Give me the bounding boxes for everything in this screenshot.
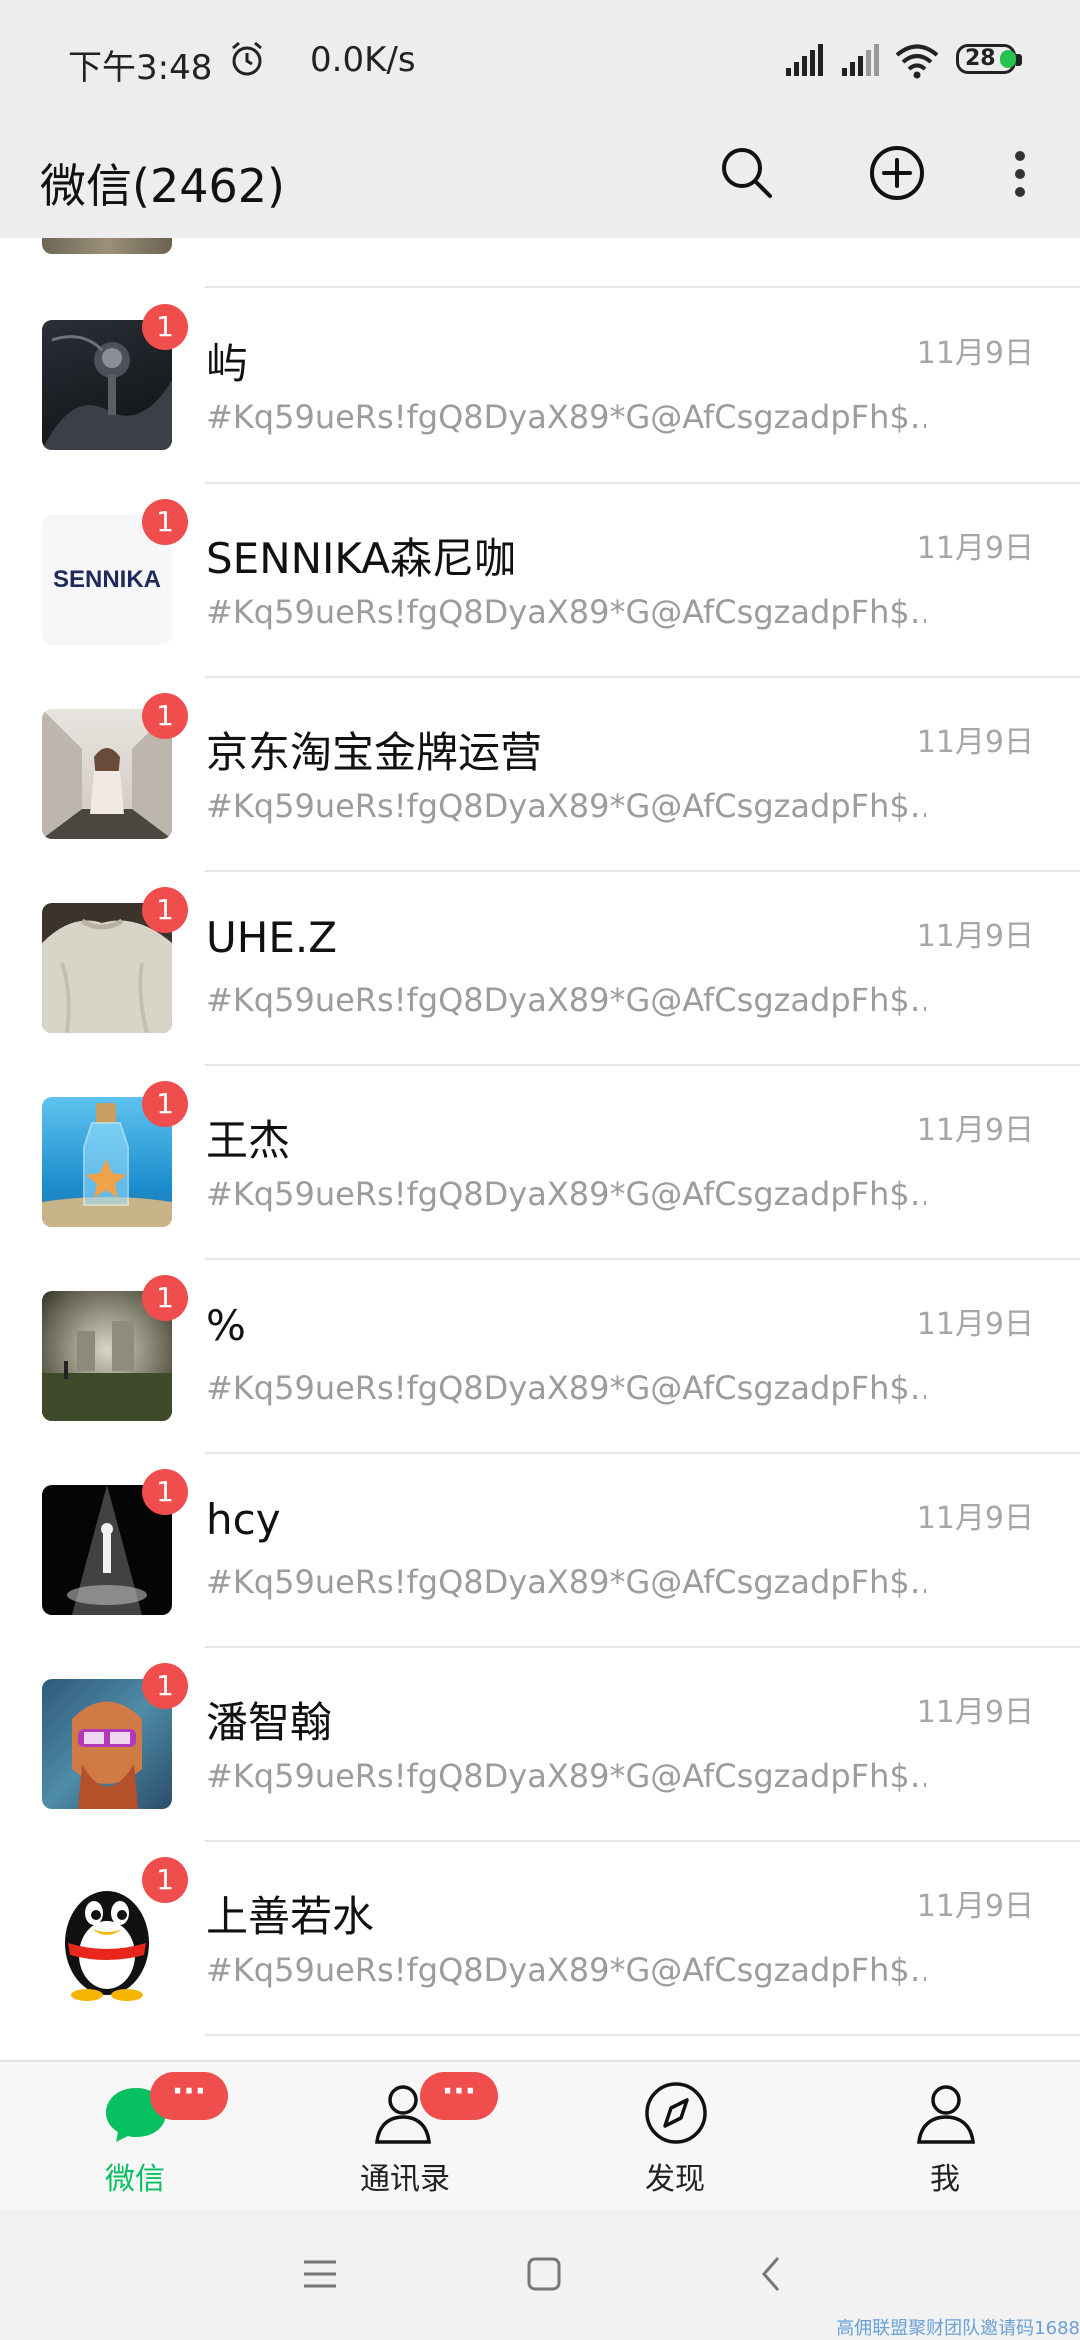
chat-date: 11月9日 — [916, 1307, 1034, 1342]
signal-icon — [786, 44, 823, 76]
tab-discover[interactable]: 发现 — [540, 2062, 810, 2212]
chat-preview: #Kq59ueRs!fgQ8DyaX89*G@AfCsgzadpFh$… — [206, 1951, 926, 1989]
chat-name: UHE.Z — [206, 913, 337, 962]
chat-date: 11月9日 — [916, 1501, 1034, 1536]
menu-icon[interactable] — [300, 2254, 340, 2294]
chat-preview: #Kq59ueRs!fgQ8DyaX89*G@AfCsgzadpFh$… — [206, 593, 926, 631]
chat-preview: #Kq59ueRs!fgQ8DyaX89*G@AfCsgzadpFh$… — [206, 1369, 926, 1407]
back-icon[interactable] — [752, 2254, 792, 2294]
tab-label: 发现 — [645, 2162, 705, 2197]
avatar-logo-text: SENNIKA — [53, 566, 161, 593]
tab-label: 微信 — [105, 2162, 165, 2197]
chat-name: SENNIKA森尼咖 — [206, 534, 516, 583]
tab-chats[interactable]: ··· 微信 — [0, 2062, 270, 2212]
chat-date: 11月9日 — [916, 1889, 1034, 1924]
divider — [205, 2034, 1080, 2036]
battery-icon: 28 — [956, 44, 1024, 78]
network-speed: 0.0K/s — [310, 40, 416, 80]
chat-date: 11月9日 — [916, 725, 1034, 760]
chat-item[interactable]: 1 hcy #Kq59ueRs!fgQ8DyaX89*G@AfCsgzadpFh… — [0, 1453, 1080, 1647]
bottom-tab-bar: ··· 微信 ··· 通讯录 发现 我 — [0, 2060, 1080, 2212]
add-circle-icon[interactable] — [868, 144, 926, 202]
compass-icon — [645, 2082, 707, 2144]
home-icon[interactable] — [524, 2254, 564, 2294]
tab-me[interactable]: 我 — [810, 2062, 1080, 2212]
wifi-icon — [895, 44, 939, 79]
app-header: 微信(2462) — [0, 120, 1080, 238]
chat-preview: #Kq59ueRs!fgQ8DyaX89*G@AfCsgzadpFh$… — [206, 981, 926, 1019]
chat-date: 11月9日 — [916, 336, 1034, 371]
unread-badge: 1 — [142, 887, 188, 933]
unread-badge: 1 — [142, 1663, 188, 1709]
avatar — [42, 238, 172, 254]
chat-preview: #Kq59ueRs!fgQ8DyaX89*G@AfCsgzadpFh$… — [206, 787, 926, 825]
chat-item[interactable]: SENNIKA 1 SENNIKA森尼咖 #Kq59ueRs!fgQ8DyaX8… — [0, 483, 1080, 677]
chat-name: 王杰 — [206, 1116, 291, 1165]
chat-item[interactable]: 1 屿 #Kq59ueRs!fgQ8DyaX89*G@AfCsgzadpFh$…… — [0, 288, 1080, 482]
person-icon — [917, 2085, 975, 2144]
chat-date: 11月9日 — [916, 1695, 1034, 1730]
chat-date: 11月9日 — [916, 919, 1034, 954]
chat-item[interactable]: 1 京东淘宝金牌运营 #Kq59ueRs!fgQ8DyaX89*G@AfCsgz… — [0, 677, 1080, 871]
search-icon[interactable] — [718, 144, 774, 200]
chat-name: 潘智翰 — [206, 1698, 333, 1747]
unread-badge: 1 — [142, 1081, 188, 1127]
unread-badge: 1 — [142, 1469, 188, 1515]
unread-badge: 1 — [142, 1275, 188, 1321]
chat-name: 京东淘宝金牌运营 — [206, 728, 543, 777]
status-bar: 下午3:48 0.0K/s 28 — [0, 0, 1080, 120]
chat-name: 屿 — [206, 339, 249, 388]
unread-badge: 1 — [142, 693, 188, 739]
page-title: 微信(2462) — [40, 159, 285, 213]
unread-badge: 1 — [142, 1857, 188, 1903]
chat-name: 上善若水 — [206, 1892, 375, 1941]
chat-preview: #Kq59ueRs!fgQ8DyaX89*G@AfCsgzadpFh$… — [206, 1757, 926, 1795]
tab-label: 我 — [930, 2162, 960, 2197]
tab-contacts[interactable]: ··· 通讯录 — [270, 2062, 540, 2212]
chat-list[interactable]: 1 屿 #Kq59ueRs!fgQ8DyaX89*G@AfCsgzadpFh$…… — [0, 238, 1080, 2060]
chat-item[interactable]: 1 UHE.Z #Kq59ueRs!fgQ8DyaX89*G@AfCsgzadp… — [0, 871, 1080, 1065]
watermark-text: 高佣联盟聚财团队邀请码1688 — [836, 2318, 1080, 2339]
chat-preview: #Kq59ueRs!fgQ8DyaX89*G@AfCsgzadpFh$… — [206, 1563, 926, 1601]
system-nav-bar: 高佣联盟聚财团队邀请码1688 — [0, 2210, 1080, 2340]
alarm-icon — [232, 41, 262, 76]
unread-badge: 1 — [142, 304, 188, 350]
chat-item[interactable]: 1 王杰 #Kq59ueRs!fgQ8DyaX89*G@AfCsgzadpFh$… — [0, 1065, 1080, 1259]
tab-badge: ··· — [420, 2072, 498, 2120]
chat-name: % — [206, 1301, 246, 1350]
tab-label: 通讯录 — [360, 2162, 450, 2197]
chat-preview: #Kq59ueRs!fgQ8DyaX89*G@AfCsgzadpFh$… — [206, 1175, 926, 1213]
chat-name: hcy — [206, 1495, 281, 1544]
chat-date: 11月9日 — [916, 531, 1034, 566]
status-time: 下午3:48 — [68, 48, 213, 88]
chat-item[interactable]: 1 潘智翰 #Kq59ueRs!fgQ8DyaX89*G@AfCsgzadpFh… — [0, 1647, 1080, 1841]
chat-item[interactable]: 1 % #Kq59ueRs!fgQ8DyaX89*G@AfCsgzadpFh$…… — [0, 1259, 1080, 1453]
chat-preview: #Kq59ueRs!fgQ8DyaX89*G@AfCsgzadpFh$… — [206, 398, 926, 436]
more-vertical-icon[interactable] — [1010, 146, 1030, 202]
battery-level: 28 — [965, 46, 996, 71]
tab-badge: ··· — [150, 2072, 228, 2120]
signal-icon-2 — [842, 44, 879, 76]
chat-item[interactable]: 1 上善若水 #Kq59ueRs!fgQ8DyaX89*G@AfCsgzadpF… — [0, 1841, 1080, 2035]
chat-date: 11月9日 — [916, 1113, 1034, 1148]
unread-badge: 1 — [142, 499, 188, 545]
